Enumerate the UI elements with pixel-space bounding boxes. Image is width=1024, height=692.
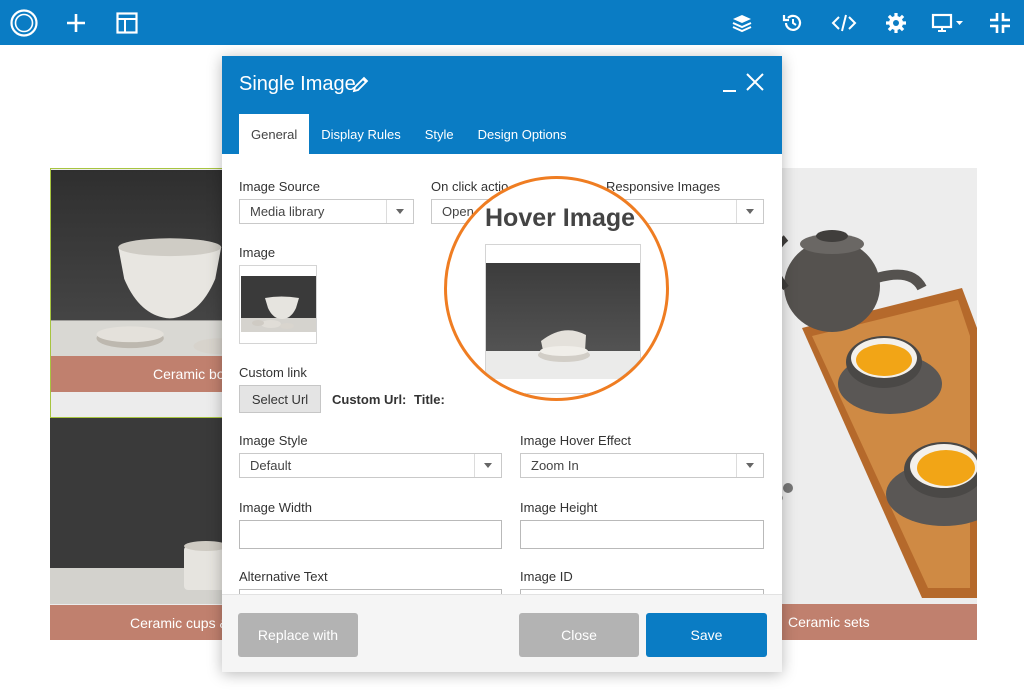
edit-title-pencil-icon[interactable] bbox=[352, 75, 370, 98]
collapse-icon[interactable] bbox=[985, 8, 1015, 38]
responsive-images-label: Responsive Images bbox=[606, 179, 721, 194]
image-width-label: Image Width bbox=[239, 500, 312, 515]
settings-icon[interactable] bbox=[881, 8, 911, 38]
image-source-select[interactable]: Media library bbox=[239, 199, 414, 224]
close-button[interactable]: Close bbox=[519, 613, 639, 657]
dialog-header: Single Image General Display Rules Style… bbox=[222, 56, 782, 154]
alternative-text-label: Alternative Text bbox=[239, 569, 328, 584]
logo-icon[interactable] bbox=[9, 8, 39, 38]
image-id-label: Image ID bbox=[520, 569, 573, 584]
layers-icon[interactable] bbox=[727, 8, 757, 38]
custom-link-label: Custom link bbox=[239, 365, 307, 380]
custom-title-label: Title: bbox=[414, 392, 445, 407]
chevron-down-icon bbox=[386, 200, 413, 223]
image-label: Image bbox=[239, 245, 276, 260]
layout-icon[interactable] bbox=[112, 8, 142, 38]
image-style-label: Image Style bbox=[239, 433, 308, 448]
chevron-down-icon bbox=[736, 200, 763, 223]
image-width-input[interactable] bbox=[239, 520, 502, 549]
gallery-item-ceramic-cups[interactable]: Ceramic cups & bbox=[50, 418, 240, 640]
tab-display-rules[interactable]: Display Rules bbox=[309, 114, 412, 154]
add-icon[interactable] bbox=[61, 8, 91, 38]
ceramic-sets-photo bbox=[772, 168, 977, 604]
minimize-icon[interactable] bbox=[722, 74, 738, 94]
tab-style[interactable]: Style bbox=[413, 114, 466, 154]
chevron-down-icon bbox=[474, 454, 501, 477]
gallery-caption: Ceramic cups & bbox=[50, 605, 240, 640]
select-url-button[interactable]: Select Url bbox=[239, 385, 321, 413]
gallery-item-ceramic-bowls[interactable]: Ceramic bo bbox=[50, 168, 240, 418]
close-icon[interactable] bbox=[745, 72, 765, 92]
code-icon[interactable] bbox=[829, 8, 859, 38]
gallery-caption: Ceramic bo bbox=[51, 356, 239, 392]
replace-with-button[interactable]: Replace with bbox=[238, 613, 358, 657]
dialog-tabs: General Display Rules Style Design Optio… bbox=[239, 114, 579, 154]
custom-url-label: Custom Url: bbox=[332, 392, 407, 407]
save-button[interactable]: Save bbox=[646, 613, 767, 657]
hover-image-title: Hover Image bbox=[485, 204, 636, 232]
image-hover-effect-label: Image Hover Effect bbox=[520, 433, 632, 448]
chevron-down-icon bbox=[736, 454, 763, 477]
gallery-item-ceramic-sets[interactable]: Ceramic sets bbox=[772, 168, 977, 640]
history-icon[interactable] bbox=[778, 8, 808, 38]
image-thumbnail[interactable] bbox=[239, 265, 317, 344]
desktop-icon[interactable] bbox=[930, 8, 966, 38]
bowls-thumbnail-image bbox=[241, 276, 316, 332]
hover-image-callout: Hover Image bbox=[444, 176, 669, 401]
image-source-label: Image Source bbox=[239, 179, 320, 194]
tab-general[interactable]: General bbox=[239, 114, 310, 154]
image-hover-effect-select[interactable]: Zoom In bbox=[520, 453, 764, 478]
image-hover-effect-value: Zoom In bbox=[531, 458, 579, 473]
image-style-select[interactable]: Default bbox=[239, 453, 502, 478]
image-style-value: Default bbox=[250, 458, 292, 473]
tab-design-options[interactable]: Design Options bbox=[466, 114, 579, 154]
ceramic-cups-photo bbox=[50, 418, 240, 604]
ceramic-bowls-photo bbox=[51, 170, 239, 358]
page-builder-screen: Ceramic bo Ceramic cups & Ceramic sets S… bbox=[0, 0, 1024, 692]
dialog-title: Single Image bbox=[239, 73, 356, 95]
hover-image-thumbnail[interactable] bbox=[485, 244, 641, 394]
image-height-input[interactable] bbox=[520, 520, 764, 549]
top-toolbar bbox=[0, 0, 1024, 45]
image-height-label: Image Height bbox=[520, 500, 598, 515]
dialog-footer: Replace with Close Save bbox=[222, 594, 782, 672]
image-source-value: Media library bbox=[250, 204, 325, 219]
hover-bowls-image bbox=[486, 263, 640, 379]
gallery-caption: Ceramic sets bbox=[772, 604, 977, 640]
